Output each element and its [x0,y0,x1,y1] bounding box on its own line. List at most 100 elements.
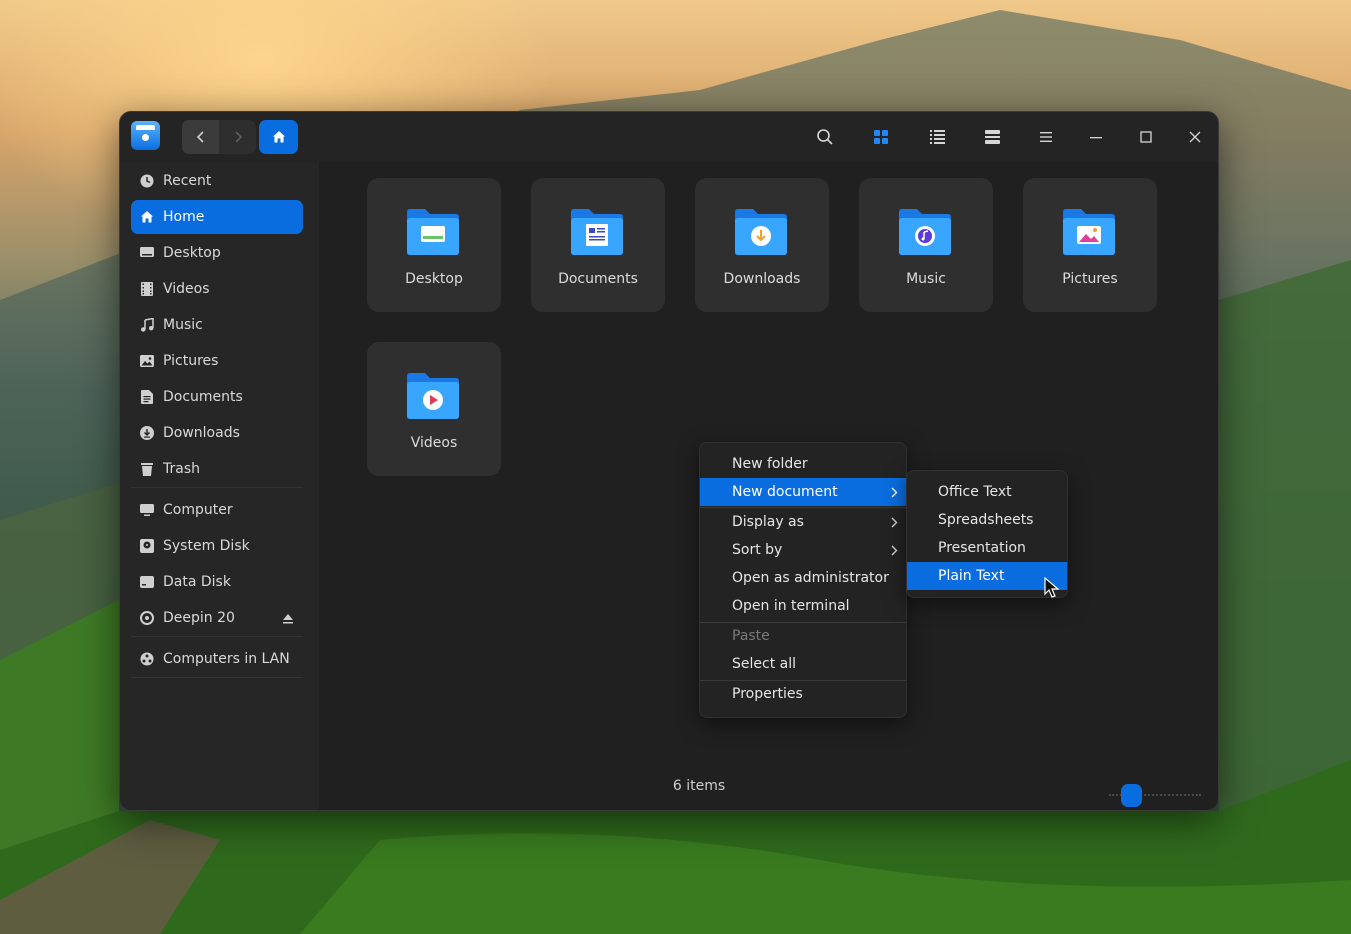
maximize-button[interactable] [1133,124,1159,150]
film-icon [139,281,155,297]
menu-item-display-as[interactable]: Display as [700,508,906,536]
folder-desktop-icon [407,209,459,255]
sidebar-item-label: Recent [163,173,212,189]
home-icon [272,131,285,143]
folder-name: Downloads [723,271,801,287]
network-icon [139,651,155,667]
folder-videos-icon [407,373,459,419]
menu-item-label: Select all [732,656,796,672]
folder-tile-downloads[interactable]: Downloads [695,178,829,312]
sidebar-item-desktop[interactable]: Desktop [131,236,303,270]
submenu-item-presentation[interactable]: Presentation [907,534,1067,562]
folder-tile-pictures[interactable]: Pictures [1023,178,1157,312]
sidebar-item-label: Documents [163,389,243,405]
menu-item-open-in-terminal[interactable]: Open in terminal [700,592,906,620]
sidebar-item-videos[interactable]: Videos [131,272,303,306]
menu-item-properties[interactable]: Properties [700,680,906,708]
menu-item-new-folder[interactable]: New folder [700,450,906,478]
forward-button[interactable] [219,120,256,154]
sidebar-item-computer[interactable]: Computer [131,493,303,527]
close-button[interactable] [1182,124,1208,150]
navigation-buttons [182,120,256,154]
folder-tile-documents[interactable]: Documents [531,178,665,312]
search-button[interactable] [812,124,838,150]
sidebar-item-data-disk[interactable]: Data Disk [131,565,303,599]
sidebar: Recent Home Desktop Videos Music Picture… [120,162,319,810]
folder-music-icon [899,209,951,255]
sidebar-item-label: Deepin 20 [163,610,235,626]
minimize-button[interactable] [1083,124,1109,150]
menu-item-label: Presentation [938,540,1026,556]
folder-documents-icon [571,209,623,255]
disk-icon [139,574,155,590]
eject-icon[interactable] [283,612,293,628]
menu-item-new-document[interactable]: New document [700,478,906,506]
menu-item-label: Sort by [732,542,783,558]
titlebar [120,112,1218,162]
trash-icon [139,461,155,477]
folder-tile-videos[interactable]: Videos [367,342,501,476]
submenu-item-plain-text[interactable]: Plain Text [907,562,1067,590]
submenu-item-office-text[interactable]: Office Text [907,478,1067,506]
sidebar-item-documents[interactable]: Documents [131,380,303,414]
back-button[interactable] [182,120,219,154]
sidebar-item-label: System Disk [163,538,250,554]
submenu-arrow-icon [891,544,898,560]
icon-size-slider-handle[interactable] [1121,784,1142,807]
sidebar-divider [131,487,303,488]
status-bar-item-count: 6 items [672,778,726,794]
music-icon [139,317,155,333]
optical-disc-icon [139,610,155,626]
sidebar-item-label: Home [163,209,205,225]
sidebar-item-pictures[interactable]: Pictures [131,344,303,378]
sidebar-item-system-disk[interactable]: System Disk [131,529,303,563]
submenu-item-spreadsheets[interactable]: Spreadsheets [907,506,1067,534]
folder-tile-music[interactable]: Music [859,178,993,312]
sidebar-item-label: Pictures [163,353,219,369]
menu-item-paste: Paste [700,622,906,650]
details-view-icon [984,130,1000,144]
sidebar-item-recent[interactable]: Recent [131,164,303,198]
menu-item-label: Paste [732,628,770,644]
sidebar-item-label: Music [163,317,203,333]
folder-name: Pictures [1062,271,1118,287]
sidebar-item-label: Videos [163,281,210,297]
folder-pictures-icon [1063,209,1115,255]
list-view-button[interactable] [924,124,950,150]
menu-item-open-as-administrator[interactable]: Open as administrator [700,564,906,592]
menu-item-label: Display as [732,514,804,530]
home-breadcrumb-button[interactable] [259,120,298,154]
menu-item-label: Properties [732,686,803,702]
sidebar-item-downloads[interactable]: Downloads [131,416,303,450]
sidebar-item-deepin-20[interactable]: Deepin 20 [131,601,303,635]
chevron-left-icon [196,131,204,143]
menu-item-sort-by[interactable]: Sort by [700,536,906,564]
menu-item-label: New folder [732,456,808,472]
document-icon [139,389,155,405]
context-menu: New folder New document Display as Sort … [699,442,907,718]
menu-item-label: Spreadsheets [938,512,1034,528]
disk-icon [139,538,155,554]
submenu-arrow-icon [891,516,898,532]
menu-item-select-all[interactable]: Select all [700,650,906,678]
mouse-cursor-icon [1044,577,1060,598]
folder-tile-desktop[interactable]: Desktop [367,178,501,312]
menu-item-label: Open as administrator [732,570,889,586]
submenu-arrow-icon [891,486,898,502]
chevron-right-icon [234,131,242,143]
sidebar-item-trash[interactable]: Trash [131,452,303,486]
sidebar-item-label: Computers in LAN [163,651,290,667]
menu-item-label: Plain Text [938,568,1005,584]
icon-view-button[interactable] [868,124,894,150]
folder-name: Documents [558,271,638,287]
grid-view-icon [874,130,888,144]
sidebar-item-music[interactable]: Music [131,308,303,342]
menu-item-label: Office Text [938,484,1012,500]
detail-view-button[interactable] [979,124,1005,150]
main-menu-button[interactable] [1033,124,1059,150]
sidebar-item-label: Downloads [163,425,240,441]
sidebar-item-home[interactable]: Home [131,200,303,234]
sidebar-item-computers-in-lan[interactable]: Computers in LAN [131,642,303,676]
computer-icon [139,502,155,518]
file-manager-window: Recent Home Desktop Videos Music Picture… [119,111,1219,811]
